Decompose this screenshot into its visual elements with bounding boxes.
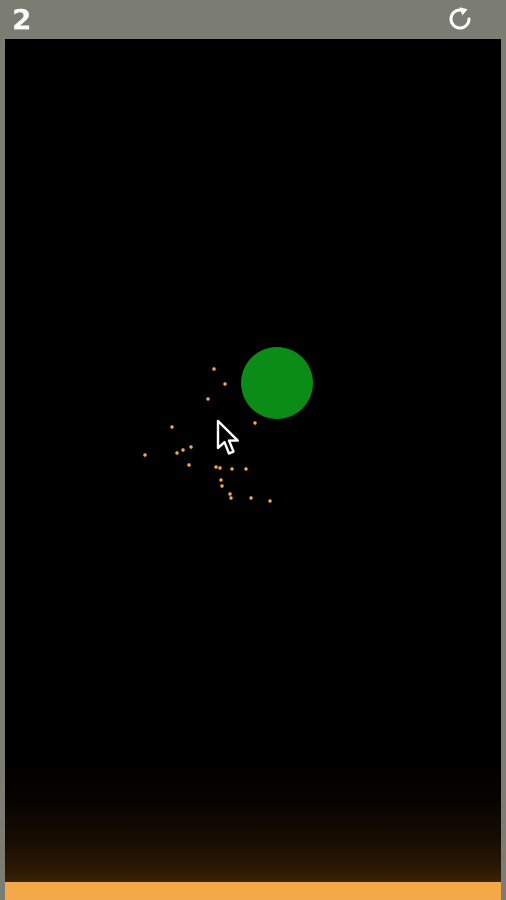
restart-icon (449, 7, 471, 30)
top-bar: 2 (0, 0, 506, 39)
spark-particle (212, 367, 216, 371)
spark-particle (189, 445, 193, 449)
spark-particle (249, 496, 253, 500)
spark-particle (220, 484, 224, 488)
spark-particle (214, 465, 218, 469)
game-canvas[interactable] (5, 39, 501, 900)
green-ball[interactable] (241, 347, 313, 419)
restart-button[interactable] (444, 3, 476, 35)
spark-particle (229, 496, 233, 500)
spark-particle (228, 492, 232, 496)
spark-particle (268, 499, 272, 503)
mouse-pointer-icon (216, 419, 239, 455)
spark-particle (223, 382, 227, 386)
spark-particle (206, 397, 210, 401)
spark-particle (218, 466, 222, 470)
spark-particle (175, 451, 179, 455)
ground-bar (5, 882, 501, 900)
spark-particle (143, 453, 147, 457)
spark-particle (187, 463, 191, 467)
spark-particle (244, 467, 248, 471)
spark-particle (253, 421, 257, 425)
spark-particle (219, 478, 223, 482)
score-counter: 2 (12, 3, 32, 36)
game-window: 2 (0, 0, 506, 900)
spark-particle (181, 448, 185, 452)
spark-particle (170, 425, 174, 429)
spark-particles (143, 367, 272, 503)
spark-particle (230, 467, 234, 471)
